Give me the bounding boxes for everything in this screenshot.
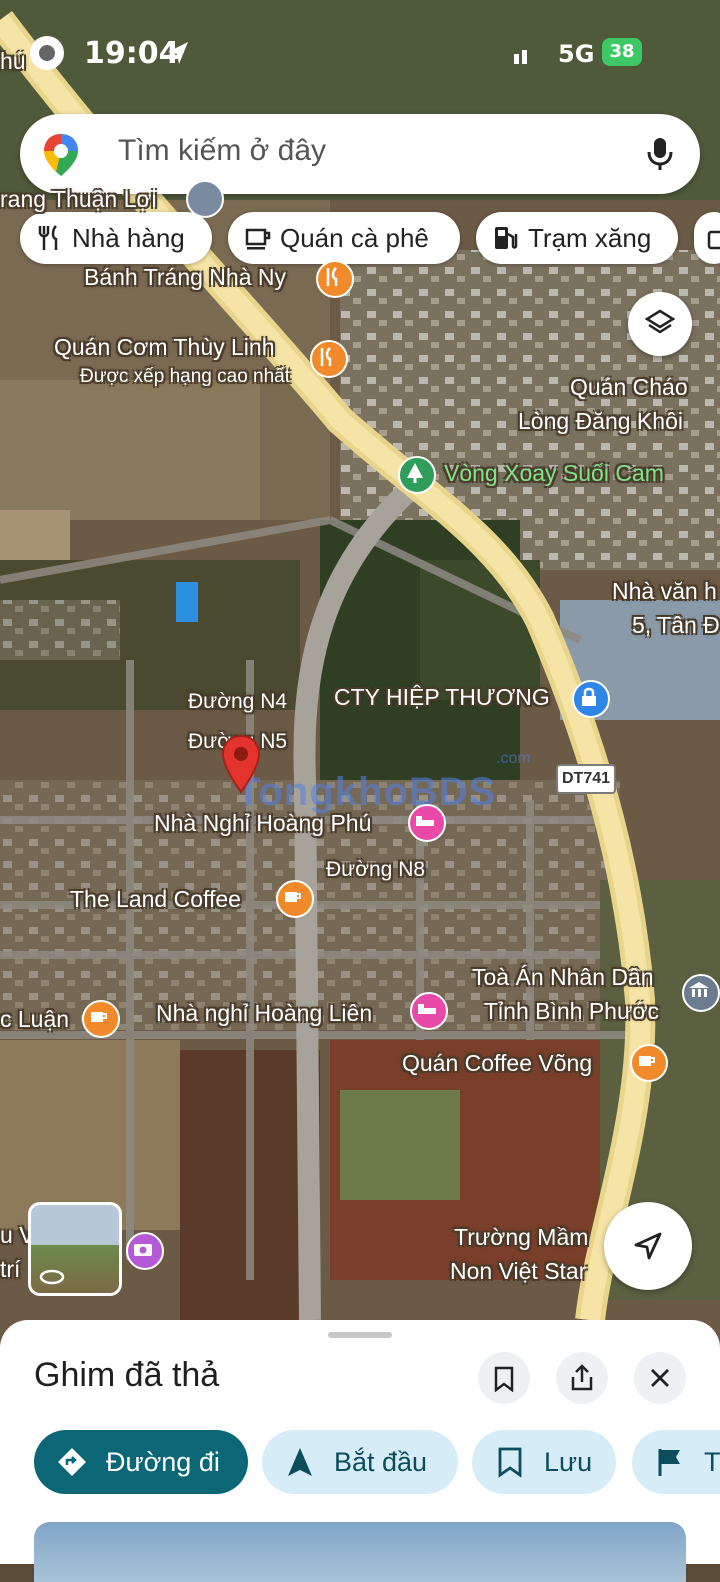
- save-pin-button[interactable]: [478, 1352, 530, 1404]
- chip-more[interactable]: [694, 212, 720, 264]
- map-label-truong[interactable]: Non Việt Star: [450, 1258, 586, 1285]
- map-label-partial[interactable]: trí: [0, 1256, 20, 1283]
- navigation-arrow-icon: [288, 1448, 312, 1476]
- start-button[interactable]: Bắt đầu: [262, 1430, 458, 1494]
- place-photo-preview[interactable]: [34, 1522, 686, 1582]
- coffee-cup-icon: [245, 228, 271, 250]
- map-label-banh-trang[interactable]: Bánh Tráng Nhà Ny: [84, 264, 286, 291]
- restaurant-pin-icon[interactable]: [310, 340, 348, 378]
- save-label: Lưu: [544, 1447, 593, 1477]
- close-icon: [651, 1369, 669, 1387]
- map-label-vong-xoay[interactable]: Vòng Xoay Suối Cam: [444, 460, 664, 487]
- chip-restaurants[interactable]: Nhà hàng: [20, 212, 212, 264]
- map-label-land-coffee[interactable]: The Land Coffee: [70, 886, 241, 913]
- restaurant-pin-icon[interactable]: [316, 260, 354, 298]
- status-bar: 19:04 5G 38: [0, 30, 720, 78]
- microphone-icon[interactable]: [646, 136, 674, 172]
- lock-pin-icon[interactable]: [572, 680, 610, 718]
- government-pin-icon[interactable]: [682, 974, 720, 1012]
- street-label-n8: Đường N8: [326, 858, 426, 881]
- share-icon: [571, 1364, 593, 1391]
- label-button-text: T: [704, 1447, 720, 1477]
- start-label: Bắt đầu: [334, 1447, 428, 1477]
- map-label-quan-com[interactable]: Quán Cơm Thùy Linh: [54, 334, 275, 361]
- rotate-360-icon: [39, 1269, 65, 1285]
- flag-icon: [658, 1449, 680, 1476]
- chip-cafes[interactable]: Quán cà phê: [228, 212, 460, 264]
- map-label-toa-an[interactable]: Toà Án Nhân Dân: [472, 964, 654, 991]
- directions-label: Đường đi: [106, 1447, 220, 1477]
- save-button[interactable]: Lưu: [472, 1430, 616, 1494]
- briefcase-icon: [707, 230, 720, 250]
- directions-icon: [58, 1448, 86, 1476]
- location-dot-icon: [30, 36, 64, 70]
- sheet-title: Ghim đã thả: [34, 1356, 220, 1394]
- map-label-rating: Được xếp hạng cao nhất: [80, 366, 291, 387]
- share-button[interactable]: [556, 1352, 608, 1404]
- chip-label: Trạm xăng: [528, 223, 652, 253]
- signal-icon: [514, 50, 527, 64]
- map-label-nha-nghi-hoang-phu[interactable]: Nhà Nghỉ Hoàng Phú: [154, 810, 371, 837]
- map-label-toa-an[interactable]: Tỉnh Bình Phước: [484, 998, 659, 1025]
- bookmark-icon: [498, 1447, 522, 1478]
- watermark-domain: .com: [496, 750, 531, 767]
- street-view-thumbnail[interactable]: [28, 1202, 122, 1296]
- battery-indicator: 38: [602, 38, 642, 66]
- drag-handle[interactable]: [328, 1332, 392, 1338]
- fork-knife-icon: [38, 225, 58, 250]
- map-label[interactable]: hú: [0, 48, 26, 75]
- chip-label: Quán cà phê: [280, 223, 429, 253]
- location-arrow-icon: [168, 42, 188, 64]
- map-label-nha-van-hoa[interactable]: Nhà văn h: [612, 578, 717, 605]
- map-label-quan-chao[interactable]: Quán Cháo: [570, 374, 688, 401]
- map-label-cty[interactable]: CTY HIỆP THƯƠNG: [334, 684, 550, 711]
- park-pin-icon[interactable]: [398, 456, 436, 494]
- dropped-pin-icon[interactable]: [220, 734, 262, 794]
- network-type: 5G: [558, 40, 595, 68]
- camera-pin-icon[interactable]: [126, 1232, 164, 1270]
- cafe-pin-icon[interactable]: [276, 880, 314, 918]
- layers-icon: [644, 309, 676, 334]
- navigation-arrow-icon: [634, 1232, 662, 1260]
- map-label-nha-van-hoa[interactable]: 5, Tân Đ: [632, 612, 720, 639]
- bottom-sheet[interactable]: Ghim đã thả Đường đi Bắt đầu Lưu T: [0, 1320, 720, 1582]
- chip-label: Nhà hàng: [72, 223, 185, 253]
- chip-gas-stations[interactable]: Trạm xăng: [476, 212, 678, 264]
- label-button[interactable]: T: [632, 1430, 720, 1494]
- lodging-pin-icon[interactable]: [408, 804, 446, 842]
- search-bar[interactable]: Tìm kiếm ở đây: [20, 114, 700, 194]
- map-label[interactable]: rang Thuận Lợi: [0, 186, 157, 213]
- street-label-n4: Đường N4: [188, 690, 288, 713]
- lodging-pin-icon[interactable]: [410, 992, 448, 1030]
- place-marker-icon[interactable]: [186, 180, 224, 218]
- road-shield-dt741: DT741: [556, 764, 616, 794]
- map-label-c-luan[interactable]: c Luận: [0, 1006, 69, 1033]
- search-input[interactable]: Tìm kiếm ở đây: [118, 134, 326, 168]
- maps-pin-logo-icon: [44, 134, 78, 176]
- directions-button[interactable]: Đường đi: [34, 1430, 248, 1494]
- layers-button[interactable]: [628, 292, 692, 356]
- map-label-coffee-vong[interactable]: Quán Coffee Võng: [402, 1050, 592, 1077]
- map-label-nha-nghi-hoang-lien[interactable]: Nhà nghỉ Hoàng Liên: [156, 1000, 372, 1027]
- map-label-quan-chao[interactable]: Lòng Đăng Khôi: [518, 408, 683, 435]
- bookmark-icon: [494, 1366, 514, 1392]
- my-location-button[interactable]: [604, 1202, 692, 1290]
- cafe-pin-icon[interactable]: [82, 1000, 120, 1038]
- cafe-pin-icon[interactable]: [630, 1044, 668, 1082]
- map-label-truong[interactable]: Trường Mầm: [454, 1224, 588, 1251]
- road-shield-label: DT741: [561, 770, 611, 787]
- gas-pump-icon: [495, 227, 518, 249]
- close-button[interactable]: [634, 1352, 686, 1404]
- watermark: TongkhoBDS: [236, 770, 497, 814]
